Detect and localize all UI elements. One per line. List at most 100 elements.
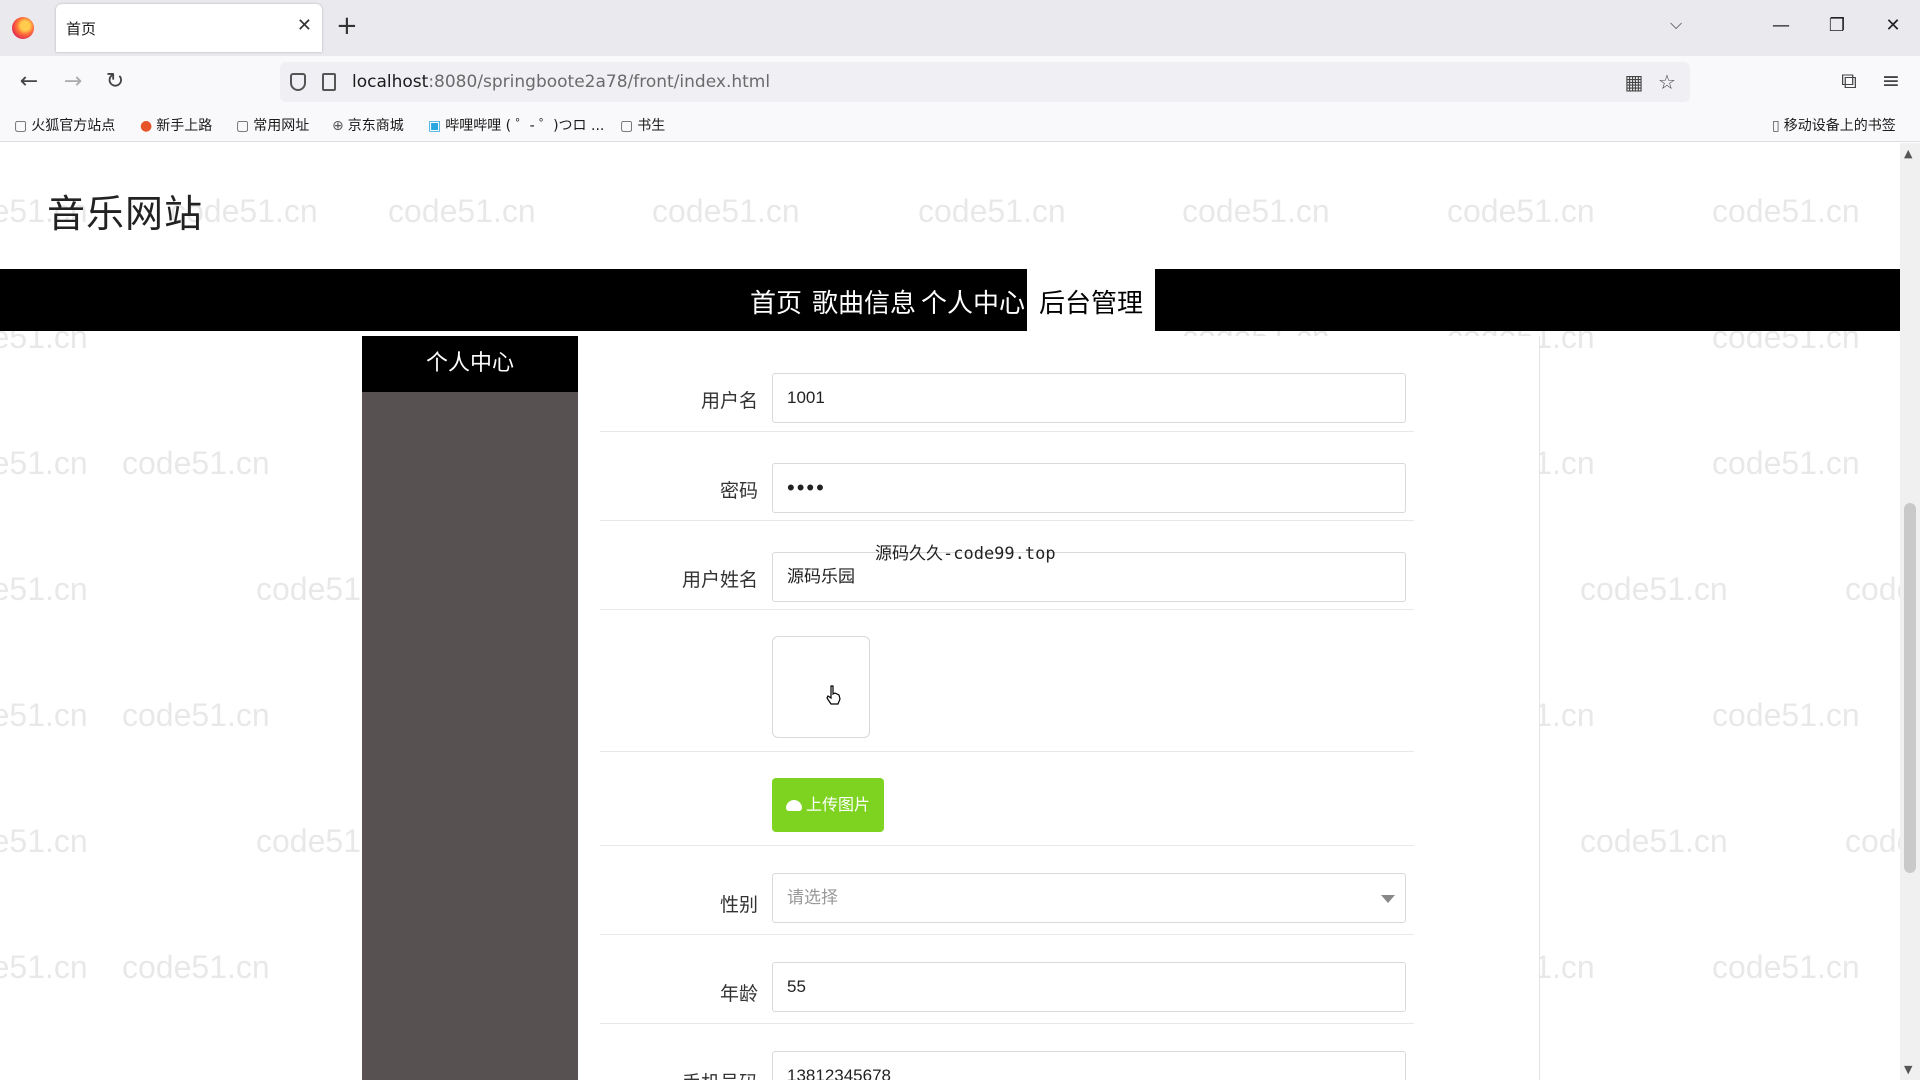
minimize-button[interactable]: — <box>1766 12 1796 40</box>
phone-input[interactable]: 13812345678 <box>772 1051 1406 1080</box>
bookmark-label: 火狐官方站点 <box>31 118 116 134</box>
bookmark-item[interactable]: ▢ 常用网址 <box>236 115 309 135</box>
nav-home[interactable]: 首页 <box>750 283 802 320</box>
watermark: code51.cn <box>652 193 800 229</box>
watermark: code51.cn <box>1845 571 1900 607</box>
bookmark-label: 新手上路 <box>156 118 213 134</box>
site-title: 音乐网站 <box>47 192 204 236</box>
watermark: code51.cn <box>122 445 270 481</box>
qr-code-icon[interactable]: ▦ <box>1620 70 1648 94</box>
password-label: 密码 <box>719 480 758 502</box>
form-row-realname: 用户姓名 源码乐园 <box>600 521 1414 610</box>
sidebar-item-profile[interactable]: 个人中心 <box>362 336 578 392</box>
bookmark-label: 书生 <box>637 118 666 134</box>
reload-button[interactable]: ↻ <box>100 68 130 96</box>
scroll-down-icon[interactable]: ▼ <box>1904 1063 1912 1076</box>
cloud-upload-icon <box>785 800 802 811</box>
gender-label: 性别 <box>719 894 758 916</box>
realname-input[interactable]: 源码乐园 <box>772 552 1406 602</box>
page-viewport: code51.cn code51.cn code51.cn code51.cn … <box>0 143 1900 1080</box>
folder-icon: ▢ <box>236 118 250 134</box>
hand-cursor-icon <box>826 685 841 705</box>
upload-button-label: 上传图片 <box>805 795 870 814</box>
watermark: code51.cn <box>1712 697 1860 733</box>
folder-icon: ▢ <box>620 118 634 134</box>
bookmarks-toolbar: ▢ 火狐官方站点 ● 新手上路 ▢ 常用网址 ⊕ 京东商城 ▣ 哔哩哔哩 ( ゜- ゜)つ… <box>0 108 1920 142</box>
age-input[interactable]: 55 <box>772 962 1406 1012</box>
dropdown-arrow-icon <box>1381 895 1395 903</box>
phone-label: 手机号码 <box>600 1068 758 1080</box>
restore-button[interactable]: ❐ <box>1822 12 1852 40</box>
close-tab-icon[interactable]: ✕ <box>297 16 312 36</box>
bookmark-star-icon[interactable]: ☆ <box>1653 70 1681 94</box>
bookmark-item[interactable]: ⊕ 京东商城 <box>332 115 404 135</box>
url-host: localhost <box>352 72 429 92</box>
age-label: 年龄 <box>719 983 758 1005</box>
browser-navigation-bar: ← → ↻ localhost:8080/springboote2a78/fro… <box>0 56 1920 108</box>
list-tabs-icon[interactable]: ⌵ <box>1670 14 1682 34</box>
firefox-logo-icon <box>12 17 34 39</box>
bookmark-item[interactable]: ▣ 哔哩哔哩 ( ゜- ゜)つロ ... <box>428 115 604 135</box>
watermark: code51.cn <box>1580 823 1728 859</box>
bookmark-label: 常用网址 <box>253 118 310 134</box>
page-info-icon[interactable] <box>322 73 336 91</box>
url-text[interactable]: localhost:8080/springboote2a78/front/ind… <box>352 72 770 92</box>
browser-tab-bar: 首页 ✕ + ⌵ — ❐ ✕ <box>0 0 1920 56</box>
site-navigation: 首页 歌曲信息 个人中心 后台管理 <box>0 269 1900 331</box>
url-path: :8080/springboote2a78/front/index.html <box>428 72 771 92</box>
globe-icon: ⊕ <box>332 118 344 134</box>
nav-profile[interactable]: 个人中心 <box>921 283 1025 320</box>
forward-button[interactable]: → <box>58 68 88 96</box>
scroll-thumb[interactable] <box>1904 503 1916 873</box>
mobile-bookmarks-label: 移动设备上的书签 <box>1783 118 1896 134</box>
bookmark-item[interactable]: ▢ 火狐官方站点 <box>14 115 115 135</box>
watermark: code51.cn <box>0 697 88 733</box>
username-input[interactable]: 1001 <box>772 373 1406 423</box>
watermark: code51.cn <box>918 193 1066 229</box>
form-row-image-preview <box>600 610 1414 752</box>
mobile-bookmarks[interactable]: ▯ 移动设备上的书签 <box>1772 115 1896 135</box>
watermark: code51.cn <box>1845 823 1900 859</box>
shield-icon[interactable] <box>290 73 306 91</box>
watermark: code51.cn <box>1580 571 1728 607</box>
bookmark-item[interactable]: ▢ 书生 <box>620 115 665 135</box>
watermark: code51.cn <box>1712 949 1860 985</box>
form-row-upload: 上传图片 <box>600 752 1414 846</box>
page-scrollbar[interactable]: ▲ ▼ <box>1900 143 1920 1080</box>
watermark: code51.cn <box>1712 445 1860 481</box>
watermark: code51.cn <box>0 571 88 607</box>
watermark: code51.cn <box>1712 193 1860 229</box>
watermark: code51.cn <box>0 445 88 481</box>
folder-icon: ▢ <box>14 118 28 134</box>
watermark: code51.cn <box>0 823 88 859</box>
upload-image-button[interactable]: 上传图片 <box>772 778 884 832</box>
extensions-icon[interactable]: ⧉ <box>1834 68 1864 96</box>
browser-tab[interactable]: 首页 ✕ <box>56 4 322 52</box>
overlay-watermark-text: 源码久久-code99.top <box>875 544 1056 564</box>
close-window-button[interactable]: ✕ <box>1878 12 1908 40</box>
password-input[interactable]: •••• <box>772 463 1406 513</box>
image-preview[interactable] <box>772 636 870 738</box>
nav-admin[interactable]: 后台管理 <box>1027 269 1156 331</box>
address-bar[interactable]: localhost:8080/springboote2a78/front/ind… <box>280 62 1690 102</box>
profile-form: 用户名 1001 密码 •••• 用户姓名 源码乐园 上传图片 性别 请选择 年… <box>578 336 1540 1080</box>
bookmark-label: 京东商城 <box>347 118 404 134</box>
form-row-age: 年龄 55 <box>600 935 1414 1024</box>
gender-select[interactable]: 请选择 <box>772 873 1406 923</box>
gender-placeholder: 请选择 <box>787 888 838 907</box>
watermark: code51.cn <box>122 949 270 985</box>
form-row-phone: 手机号码 13812345678 <box>600 1024 1414 1080</box>
app-menu-icon[interactable]: ≡ <box>1876 68 1906 96</box>
watermark: code51.cn <box>1447 193 1595 229</box>
sidebar: 个人中心 <box>362 336 578 1080</box>
scroll-up-icon[interactable]: ▲ <box>1904 147 1912 160</box>
nav-songs[interactable]: 歌曲信息 <box>812 283 916 320</box>
back-button[interactable]: ← <box>14 68 44 96</box>
form-row-gender: 性别 请选择 <box>600 846 1414 935</box>
watermark: code51.cn <box>122 697 270 733</box>
watermark: code51.cn <box>388 193 536 229</box>
form-row-username: 用户名 1001 <box>600 336 1414 432</box>
new-tab-button[interactable]: + <box>336 12 358 40</box>
bookmark-label: 哔哩哔哩 ( ゜- ゜)つロ ... <box>445 118 605 134</box>
bookmark-item[interactable]: ● 新手上路 <box>140 115 212 135</box>
